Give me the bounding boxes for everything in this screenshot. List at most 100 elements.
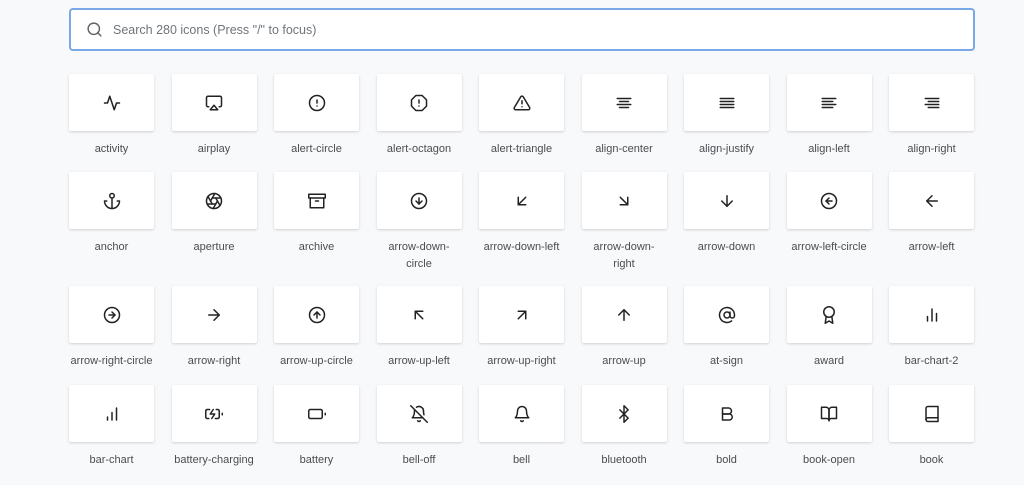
- icon-card-arrow-down-left[interactable]: arrow-down-left: [479, 172, 564, 286]
- icon-tile[interactable]: [376, 172, 462, 229]
- align-left-icon: [821, 97, 837, 108]
- alert-triangle-icon: [512, 94, 531, 110]
- archive-icon: [307, 193, 326, 208]
- bold-icon: [721, 406, 733, 421]
- icon-card-aperture[interactable]: aperture: [171, 172, 257, 286]
- icon-card-book[interactable]: book: [889, 385, 974, 485]
- icon-card-arrow-up-circle[interactable]: arrow-up-circle: [274, 286, 359, 385]
- icon-tile[interactable]: [786, 286, 872, 343]
- icon-card-airplay[interactable]: airplay: [171, 74, 257, 172]
- icon-tile[interactable]: [376, 385, 462, 442]
- icon-tile[interactable]: [171, 286, 257, 343]
- icon-tile[interactable]: [786, 74, 872, 131]
- icon-card-award[interactable]: award: [786, 286, 872, 385]
- icon-tile[interactable]: [581, 286, 667, 343]
- icon-card-bar-chart-2[interactable]: bar-chart-2: [889, 286, 974, 385]
- icon-tile[interactable]: [274, 286, 359, 343]
- icon-card-align-left[interactable]: align-left: [786, 74, 872, 172]
- align-right-icon: [924, 97, 939, 108]
- icon-label: activity: [94, 143, 129, 155]
- icon-tile[interactable]: [171, 74, 257, 131]
- icon-tile[interactable]: [581, 385, 667, 442]
- icon-card-alert-triangle[interactable]: alert-triangle: [479, 74, 564, 172]
- icon-card-arrow-up-right[interactable]: arrow-up-right: [479, 286, 564, 385]
- icon-label: arrow-up-circle: [280, 355, 353, 367]
- battery-icon: [307, 408, 326, 419]
- activity-icon: [103, 95, 120, 110]
- icon-card-align-center[interactable]: align-center: [581, 74, 667, 172]
- icon-label: book: [919, 454, 944, 466]
- icon-card-align-right[interactable]: align-right: [889, 74, 974, 172]
- icon-card-arrow-left[interactable]: arrow-left: [889, 172, 974, 286]
- icon-tile[interactable]: [889, 74, 974, 131]
- search-input[interactable]: [113, 22, 913, 37]
- icon-tile[interactable]: [69, 172, 154, 229]
- search-bar[interactable]: [69, 8, 975, 51]
- icon-tile[interactable]: [274, 385, 359, 442]
- icon-tile[interactable]: [274, 74, 359, 131]
- arrow-left-circle-icon: [820, 192, 838, 209]
- icon-card-bell-off[interactable]: bell-off: [376, 385, 462, 485]
- icon-card-arrow-up[interactable]: arrow-up: [581, 286, 667, 385]
- icon-tile[interactable]: [581, 172, 667, 229]
- arrow-up-icon: [618, 308, 630, 321]
- icon-tile[interactable]: [684, 172, 769, 229]
- icon-card-battery-charging[interactable]: battery-charging: [171, 385, 257, 485]
- icon-tile[interactable]: [376, 74, 462, 131]
- icon-tile[interactable]: [684, 74, 769, 131]
- icon-tile[interactable]: [171, 385, 257, 442]
- icon-label: arrow-left: [908, 241, 955, 253]
- icon-tile[interactable]: [69, 385, 154, 442]
- icon-card-arrow-down[interactable]: arrow-down: [684, 172, 769, 286]
- icon-card-bell[interactable]: bell: [479, 385, 564, 485]
- icon-card-battery[interactable]: battery: [274, 385, 359, 485]
- icon-card-alert-octagon[interactable]: alert-octagon: [376, 74, 462, 172]
- icon-card-bold[interactable]: bold: [684, 385, 769, 485]
- icon-card-arrow-down-circle[interactable]: arrow-down-circle: [376, 172, 462, 286]
- icon-label: battery: [299, 454, 334, 466]
- icon-card-bluetooth[interactable]: bluetooth: [581, 385, 667, 485]
- anchor-icon: [103, 192, 120, 209]
- icon-tile[interactable]: [889, 172, 974, 229]
- icon-label: bar-chart-2: [904, 355, 959, 367]
- icon-tile[interactable]: [171, 172, 257, 229]
- bell-icon: [514, 405, 529, 422]
- icon-tile[interactable]: [786, 172, 872, 229]
- icon-label: arrow-down-right: [593, 241, 655, 270]
- arrow-down-icon: [720, 194, 733, 207]
- icon-card-arrow-left-circle[interactable]: arrow-left-circle: [786, 172, 872, 286]
- arrow-down-left-icon: [517, 196, 526, 205]
- airplay-icon: [205, 95, 223, 110]
- icon-label: bold: [716, 454, 737, 466]
- icon-card-arrow-down-right[interactable]: arrow-down-right: [581, 172, 667, 286]
- icon-tile[interactable]: [376, 286, 462, 343]
- icon-tile[interactable]: [69, 74, 154, 131]
- icon-tile[interactable]: [274, 172, 359, 229]
- icon-card-book-open[interactable]: book-open: [786, 385, 872, 485]
- icon-tile[interactable]: [479, 385, 564, 442]
- icon-label: bluetooth: [601, 454, 647, 466]
- icon-card-bar-chart[interactable]: bar-chart: [69, 385, 154, 485]
- icon-tile[interactable]: [479, 172, 564, 229]
- icon-tile[interactable]: [581, 74, 667, 131]
- icon-card-anchor[interactable]: anchor: [69, 172, 154, 286]
- icon-tile[interactable]: [889, 286, 974, 343]
- icon-card-arrow-right[interactable]: arrow-right: [171, 286, 257, 385]
- icon-card-alert-circle[interactable]: alert-circle: [274, 74, 359, 172]
- icon-tile[interactable]: [479, 286, 564, 343]
- icon-tile[interactable]: [889, 385, 974, 442]
- icon-tile[interactable]: [786, 385, 872, 442]
- icon-label: aperture: [193, 241, 235, 253]
- icon-tile[interactable]: [69, 286, 154, 343]
- icon-card-align-justify[interactable]: align-justify: [684, 74, 769, 172]
- icon-tile[interactable]: [479, 74, 564, 131]
- icon-tile[interactable]: [684, 385, 769, 442]
- arrow-down-right-icon: [619, 196, 629, 205]
- award-icon: [823, 305, 835, 324]
- icon-card-at-sign[interactable]: at-sign: [684, 286, 769, 385]
- icon-card-archive[interactable]: archive: [274, 172, 359, 286]
- icon-card-arrow-right-circle[interactable]: arrow-right-circle: [69, 286, 154, 385]
- icon-card-arrow-up-left[interactable]: arrow-up-left: [376, 286, 462, 385]
- icon-tile[interactable]: [684, 286, 769, 343]
- icon-card-activity[interactable]: activity: [69, 74, 154, 172]
